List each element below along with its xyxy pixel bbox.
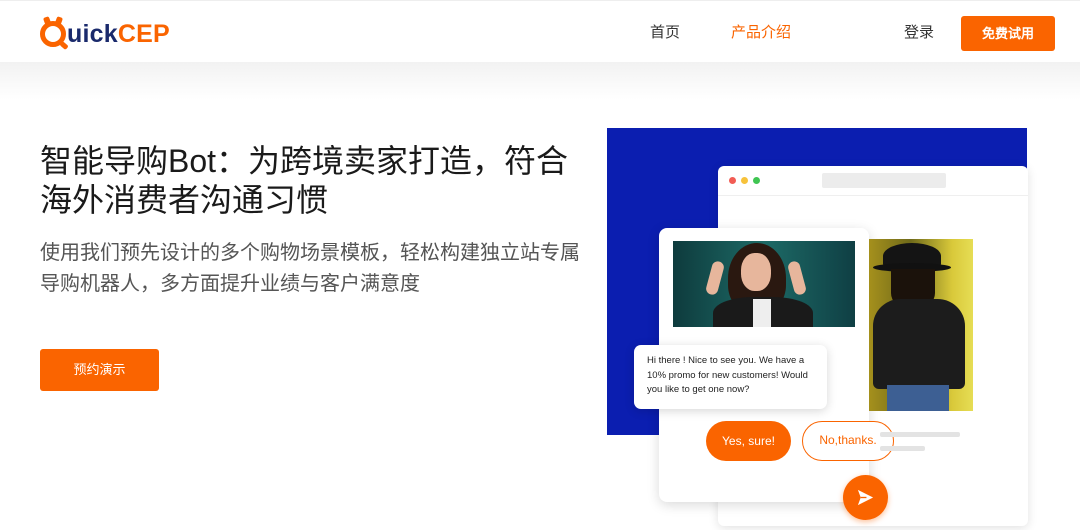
nav-login[interactable]: 登录: [904, 23, 934, 43]
top-navbar: uickCEP 首页 产品介绍 登录 免费试用: [0, 0, 1080, 62]
url-bar: [822, 173, 946, 188]
hero-title: 智能导购Bot：为跨境卖家打造，符合海外消费者沟通习惯: [40, 143, 569, 218]
logo-text: uickCEP: [67, 18, 170, 50]
placeholder-line: [880, 446, 925, 451]
free-trial-button[interactable]: 免费试用: [961, 16, 1055, 51]
nav-products[interactable]: 产品介绍: [731, 23, 791, 43]
reply-no-button[interactable]: No,thanks.: [802, 421, 894, 461]
logo-text-quick: uick: [67, 20, 118, 48]
window-dot-green-icon: [753, 177, 760, 184]
placeholder-line: [880, 432, 960, 437]
nav-home[interactable]: 首页: [650, 23, 680, 43]
logo-text-cep: CEP: [117, 20, 170, 48]
send-button[interactable]: [843, 475, 888, 520]
logo-q-mark: [40, 21, 69, 50]
quickcep-logo[interactable]: uickCEP: [40, 18, 170, 50]
window-dot-yellow-icon: [741, 177, 748, 184]
chat-message-bubble: Hi there ! Nice to see you. We have a 10…: [634, 345, 827, 409]
promo-photo-excited-woman: [673, 241, 855, 327]
send-icon: [857, 489, 874, 506]
reply-yes-button[interactable]: Yes, sure!: [706, 421, 791, 461]
header-gradient-band: [0, 62, 1080, 100]
book-demo-button[interactable]: 预约演示: [40, 349, 159, 391]
hero-subtitle: 使用我们预先设计的多个购物场景模板，轻松构建独立站专属导购机器人，多方面提升业绩…: [40, 242, 580, 295]
browser-divider: [718, 195, 1028, 196]
window-dot-red-icon: [729, 177, 736, 184]
promo-photo-woman-in-hat: [869, 239, 973, 411]
